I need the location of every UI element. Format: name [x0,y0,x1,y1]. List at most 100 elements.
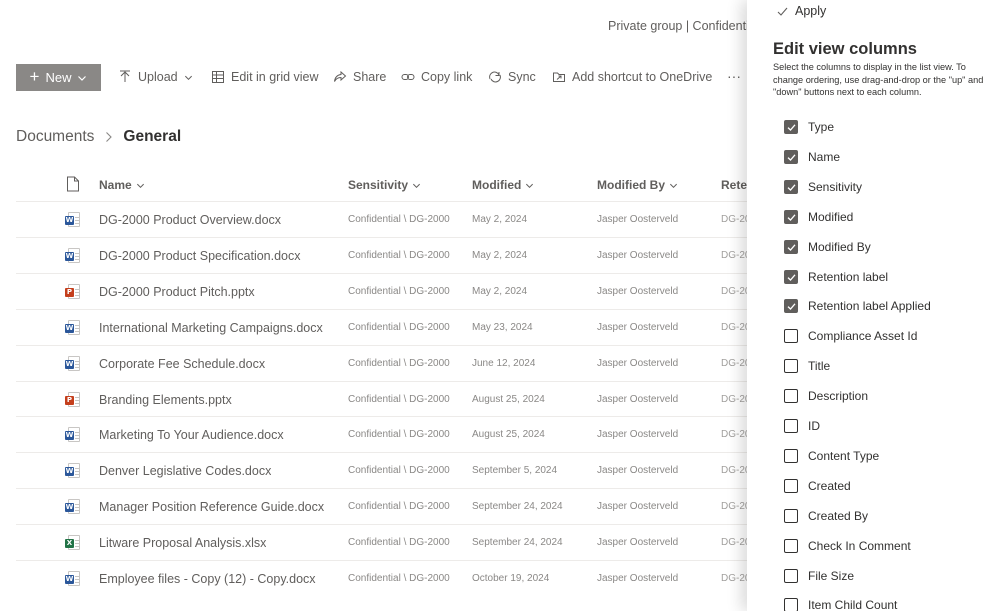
command-bar: + New [16,64,101,91]
table-row[interactable]: W Corporate Fee Schedule.docx Confidential… [16,344,747,382]
file-modified: August 25, 2024 [472,429,545,441]
file-retention: DG-20 [721,285,747,297]
table-row[interactable]: W International Marketing Campaigns.docx C… [16,308,747,346]
checkbox-checked[interactable] [784,269,798,284]
column-option[interactable]: Retention label [784,267,888,287]
file-retention: DG-20 [721,214,747,225]
more-options-button[interactable]: ··· [727,68,741,84]
file-type-icon[interactable] [66,176,80,192]
table-row[interactable]: W Denver Legislative Codes.docx Confidenti… [16,452,747,488]
share-icon [334,70,347,82]
checkbox-checked[interactable] [784,120,798,134]
file-retention: DG-20 [721,573,747,584]
checkbox-unchecked[interactable] [784,478,798,493]
file-sensitivity: Confidential \ DG-2000 [348,214,450,225]
column-header-name[interactable]: Name [99,178,145,192]
file-sensitivity: Confidential \ DG-2000 [348,357,450,369]
share-button[interactable]: Share [333,70,386,84]
checkbox-unchecked[interactable] [784,389,798,404]
word-file-icon: W [65,427,81,443]
file-sensitivity: Confidential \ DG-2000 [348,537,450,549]
chevron-down-icon [413,183,421,188]
column-option-label: Content Type [808,448,880,463]
table-row[interactable]: X Litware Proposal Analysis.xlsx Confident… [16,524,747,560]
add-shortcut-button[interactable]: Add shortcut to OneDrive [552,70,712,84]
file-name[interactable]: Litware Proposal Analysis.xlsx [99,525,266,561]
checkbox-unchecked[interactable] [784,598,798,611]
checkbox-unchecked[interactable] [784,568,798,583]
file-name[interactable]: Denver Legislative Codes.docx [99,453,271,489]
column-option[interactable]: Type [784,117,834,137]
edit-grid-view-button[interactable]: Edit in grid view [211,70,319,84]
file-name[interactable]: Manager Position Reference Guide.docx [99,489,324,525]
table-row[interactable]: P Branding Elements.pptx Confidential \ DG… [16,380,747,418]
file-name[interactable]: International Marketing Campaigns.docx [99,310,323,346]
file-sensitivity: Confidential \ DG-2000 [348,429,450,441]
file-retention: DG-20 [721,501,747,513]
checkbox-checked[interactable] [784,179,798,194]
table-row[interactable]: W DG-2000 Product Specification.docx Confi… [16,236,747,274]
column-option[interactable]: Description [784,386,868,406]
column-option[interactable]: ID [784,416,820,436]
column-option[interactable]: Title [784,356,830,376]
table-row[interactable]: W DG-2000 Product Overview.docx Confidenti… [16,201,747,237]
table-row[interactable]: W Employee files - Copy (12) - Copy.docx C… [16,560,747,596]
file-retention: DG-20 [721,429,747,441]
checkbox-unchecked[interactable] [784,419,798,433]
breadcrumb-documents[interactable]: Documents [16,128,94,146]
upload-button[interactable]: Upload [118,70,193,84]
column-option[interactable]: Created By [784,506,868,526]
checkbox-checked[interactable] [784,209,798,224]
file-name[interactable]: Employee files - Copy (12) - Copy.docx [99,561,316,597]
file-name[interactable]: DG-2000 Product Pitch.pptx [99,274,255,310]
column-option[interactable]: Retention label Applied [784,296,931,316]
checkbox-checked[interactable] [784,239,798,254]
column-header-modified-by[interactable]: Modified By [597,178,678,192]
file-name[interactable]: Corporate Fee Schedule.docx [99,346,265,382]
column-option-label: Modified By [808,239,871,254]
copy-link-button[interactable]: Copy link [401,70,472,84]
checkbox-unchecked[interactable] [784,508,798,523]
checkbox-checked[interactable] [784,149,798,164]
column-header-retention[interactable]: Rete [721,178,747,192]
file-modified: September 5, 2024 [472,465,558,477]
file-name[interactable]: DG-2000 Product Specification.docx [99,238,301,274]
file-modified-by: Jasper Oosterveld [597,357,679,369]
new-button[interactable]: + New [16,64,101,91]
apply-button[interactable]: Apply [777,4,826,18]
word-file-icon: W [65,355,81,372]
file-modified-by: Jasper Oosterveld [597,321,679,333]
column-option[interactable]: Sensitivity [784,177,862,197]
checkbox-checked[interactable] [784,299,798,314]
column-header-modified[interactable]: Modified [472,178,534,192]
column-option[interactable]: File Size [784,566,854,586]
column-option[interactable]: Content Type [784,446,879,466]
column-option[interactable]: Compliance Asset Id [784,326,917,346]
file-name[interactable]: Marketing To Your Audience.docx [99,417,284,453]
column-option[interactable]: Modified By [784,237,871,257]
file-sensitivity: Confidential \ DG-2000 [348,465,450,477]
file-name[interactable]: Branding Elements.pptx [99,382,232,418]
table-row[interactable]: P DG-2000 Product Pitch.pptx Confidential … [16,272,747,310]
file-modified: May 2, 2024 [472,249,528,261]
chevron-down-icon [78,75,87,81]
column-option[interactable]: Check In Comment [784,536,911,556]
column-option[interactable]: Name [784,147,840,167]
checkbox-unchecked[interactable] [784,448,798,463]
checkbox-unchecked[interactable] [784,538,798,553]
checkbox-unchecked[interactable] [784,359,798,374]
file-name[interactable]: DG-2000 Product Overview.docx [99,202,281,238]
checkbox-unchecked[interactable] [784,329,798,344]
new-button-label: New [45,70,72,85]
column-option[interactable]: Created [784,476,851,496]
table-row[interactable]: W Manager Position Reference Guide.docx Co… [16,488,747,524]
file-sensitivity: Confidential \ DG-2000 [348,501,450,513]
column-header-sensitivity[interactable]: Sensitivity [348,178,421,192]
table-row[interactable]: W Marketing To Your Audience.docx Confiden… [16,416,747,452]
checkmark-icon [787,303,796,311]
column-option[interactable]: Modified [784,207,853,227]
sync-button[interactable]: Sync [488,70,536,84]
file-modified-by: Jasper Oosterveld [597,537,679,549]
column-option[interactable]: Item Child Count [784,595,897,611]
column-header-modified-label: Modified [472,178,522,192]
